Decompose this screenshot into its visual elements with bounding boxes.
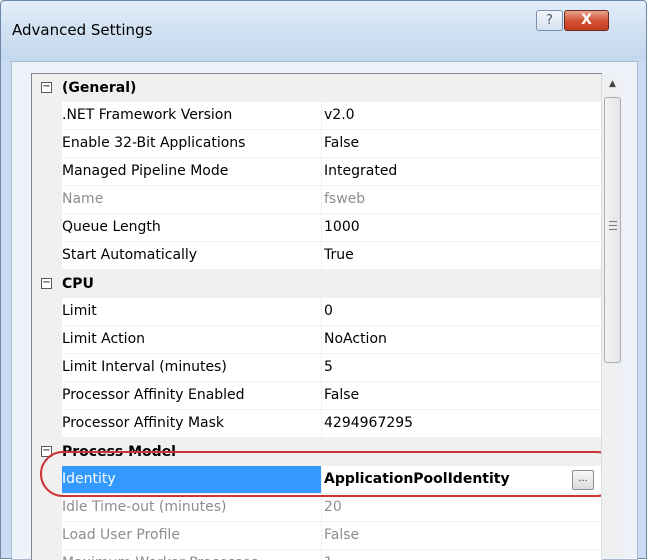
property-row-limit[interactable]: Limit 0 [32, 298, 602, 326]
property-row-enable-32-bit[interactable]: Enable 32-Bit Applications False [32, 130, 602, 158]
property-row-processor-affinity-enabled[interactable]: Processor Affinity Enabled False [32, 382, 602, 410]
row-gutter [32, 522, 62, 550]
property-row-name[interactable]: Name fsweb [32, 186, 602, 214]
column-divider [321, 130, 322, 158]
property-name: Load User Profile [62, 527, 180, 543]
column-divider [321, 186, 322, 214]
column-divider [321, 214, 322, 242]
row-gutter [32, 298, 62, 326]
row-gutter [32, 382, 62, 410]
property-name: Limit Action [62, 331, 146, 347]
collapse-toggle-icon[interactable]: − [41, 446, 52, 457]
vertical-scrollbar[interactable]: ▲ [601, 74, 623, 559]
column-divider [321, 158, 322, 186]
scroll-up-arrow-icon[interactable]: ▲ [602, 74, 623, 95]
property-row-net-framework-version[interactable]: .NET Framework Version v2.0 [32, 102, 602, 130]
property-value[interactable]: 5 [324, 354, 602, 381]
category-label: Process Model [62, 444, 176, 460]
collapse-toggle-icon[interactable]: − [41, 278, 52, 289]
help-button[interactable]: ? [536, 10, 563, 31]
column-divider [321, 466, 322, 494]
column-divider [321, 298, 322, 326]
property-row-start-automatically[interactable]: Start Automatically True [32, 242, 602, 270]
property-name: Queue Length [62, 219, 161, 235]
property-row-processor-affinity-mask[interactable]: Processor Affinity Mask 4294967295 [32, 410, 602, 438]
category-cpu[interactable]: − CPU [32, 270, 602, 298]
column-divider [321, 522, 322, 550]
property-value[interactable]: ApplicationPoolIdentity [324, 466, 602, 493]
row-gutter [32, 186, 62, 214]
row-gutter [32, 326, 62, 354]
property-value[interactable]: 0 [324, 298, 602, 325]
grip-icon [609, 221, 617, 230]
property-value[interactable]: 20 [324, 494, 602, 521]
property-row-queue-length[interactable]: Queue Length 1000 [32, 214, 602, 242]
property-value[interactable]: 4294967295 [324, 410, 602, 437]
ellipsis-button[interactable]: ... [572, 470, 594, 490]
property-name: Name [62, 191, 104, 207]
row-gutter [32, 410, 62, 438]
property-row-load-user-profile[interactable]: Load User Profile False [32, 522, 602, 550]
property-value[interactable]: 1000 [324, 214, 602, 241]
scroll-thumb[interactable] [604, 97, 621, 363]
column-divider [321, 326, 322, 354]
row-gutter [32, 214, 62, 242]
column-divider [321, 494, 322, 522]
property-value[interactable]: NoAction [324, 326, 602, 353]
property-row-limit-interval[interactable]: Limit Interval (minutes) 5 [32, 354, 602, 382]
column-divider [321, 102, 322, 130]
property-name: Limit [62, 303, 97, 319]
row-gutter [32, 130, 62, 158]
property-name: Start Automatically [62, 247, 198, 263]
category-general[interactable]: − (General) [32, 74, 602, 102]
row-gutter [32, 494, 62, 522]
column-divider [321, 410, 322, 438]
property-value[interactable]: Integrated [324, 158, 602, 185]
property-name: .NET Framework Version [62, 107, 233, 123]
row-gutter [32, 242, 62, 270]
property-name: Processor Affinity Enabled [62, 387, 245, 403]
row-gutter [32, 158, 62, 186]
property-value[interactable]: False [324, 130, 602, 157]
property-name: Managed Pipeline Mode [62, 163, 229, 179]
property-name: Identity [62, 471, 116, 487]
property-row-identity[interactable]: Identity ApplicationPoolIdentity ... [32, 466, 602, 494]
row-gutter [32, 466, 62, 494]
property-value[interactable]: False [324, 522, 602, 549]
property-value[interactable]: False [324, 382, 602, 409]
column-divider [321, 354, 322, 382]
property-value[interactable]: True [324, 242, 602, 269]
property-row-managed-pipeline-mode[interactable]: Managed Pipeline Mode Integrated [32, 158, 602, 186]
category-process-model[interactable]: − Process Model [32, 438, 602, 466]
property-grid: − (General) .NET Framework Version v2.0 … [31, 73, 602, 560]
property-name: Enable 32-Bit Applications [62, 135, 246, 151]
property-name: Idle Time-out (minutes) [62, 499, 227, 515]
collapse-toggle-icon[interactable]: − [41, 82, 52, 93]
property-value: fsweb [324, 191, 366, 207]
category-label: (General) [62, 80, 137, 96]
column-divider [321, 382, 322, 410]
property-name: Limit Interval (minutes) [62, 359, 227, 375]
column-divider [321, 242, 322, 270]
title-bar[interactable]: Advanced Settings ? X [1, 1, 646, 61]
row-gutter [32, 102, 62, 130]
close-button[interactable]: X [564, 10, 609, 31]
dialog-title: Advanced Settings [12, 21, 153, 39]
row-gutter [32, 354, 62, 382]
property-row-limit-action[interactable]: Limit Action NoAction [32, 326, 602, 354]
property-name: Processor Affinity Mask [62, 415, 225, 431]
property-value[interactable]: v2.0 [324, 102, 602, 129]
property-row-idle-timeout[interactable]: Idle Time-out (minutes) 20 [32, 494, 602, 522]
category-label: CPU [62, 276, 94, 292]
